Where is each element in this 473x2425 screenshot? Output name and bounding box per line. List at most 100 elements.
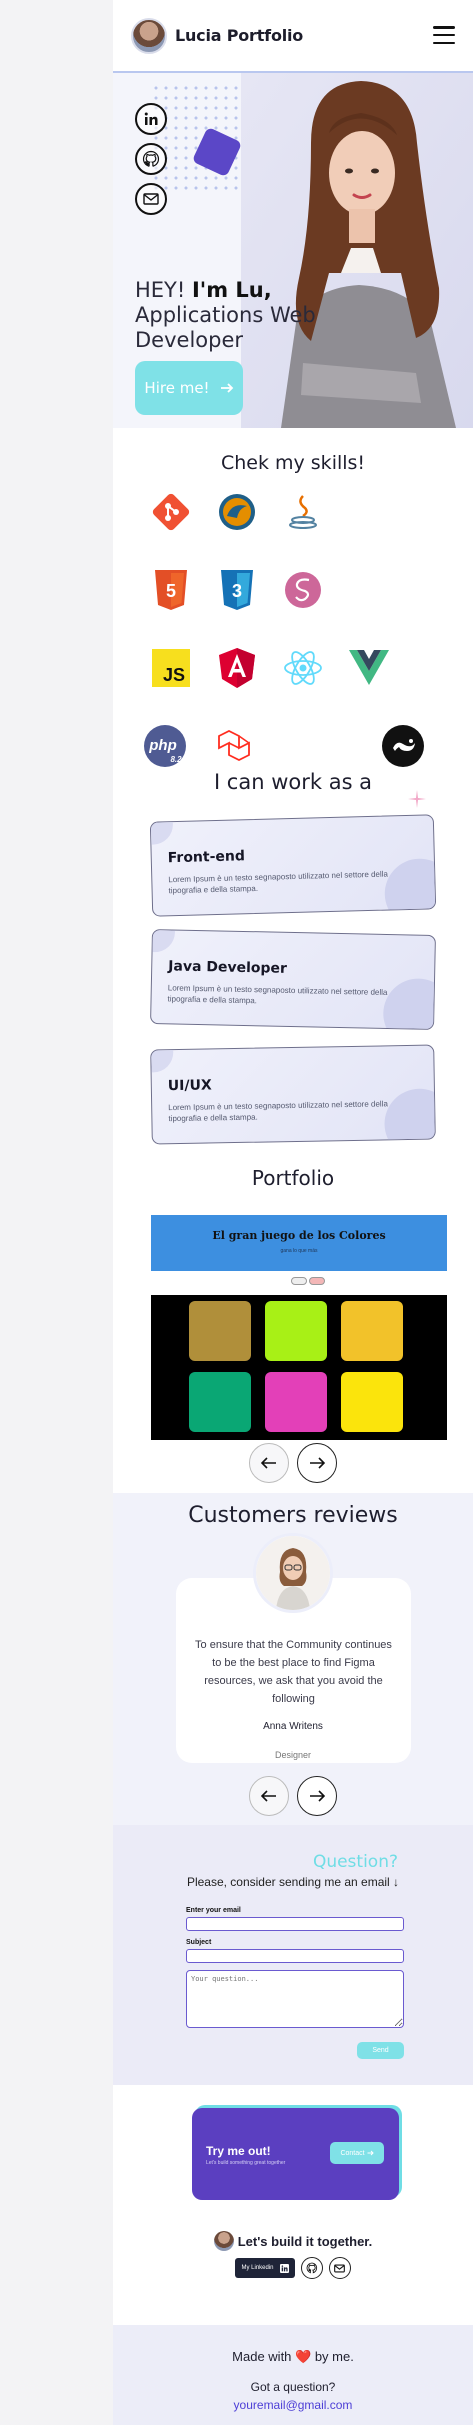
prev-review-button[interactable] [249,1776,289,1816]
linkedin-icon [279,2263,289,2273]
work-card-text: Lorem Ipsum è un testo segnaposto utiliz… [167,983,388,1006]
reviews-title: Customers reviews [188,1503,398,1528]
javascript-label: JS [163,665,185,685]
git-icon [149,490,193,534]
color-tile [341,1301,403,1361]
php-icon: php 8.2 [143,724,191,768]
email-field[interactable] [186,1917,404,1931]
hire-me-button[interactable]: Hire me! [135,361,243,415]
contact-section: Question? Please, consider sending me an… [113,1825,473,2085]
github-icon [381,724,425,768]
avatar [131,17,167,54]
reviewer-name: Anna Writens [263,1721,323,1732]
work-card-title: Front-end [167,848,246,867]
made-with-prefix: Made with [232,2349,296,2364]
vue-icon [347,646,391,690]
hero-greeting: HEY! [135,278,192,302]
reviewer-role: Designer [274,1750,312,1760]
email-label: Enter your email [186,1907,241,1914]
reviews-carousel-controls [113,1776,473,1816]
prev-project-button[interactable] [249,1443,289,1483]
arrow-left-icon [261,1457,276,1469]
hero-role-line1: Applications Web [135,303,316,327]
card-decoration [150,929,176,953]
got-question-text: Got a question? [250,2380,336,2394]
hero-section: HEY! I'm Lu, Applications Web Developer … [113,73,473,428]
project-subtitle: gana lo que más [280,1248,318,1254]
mysql-icon [215,490,259,534]
footer: Made with ❤️ by me. Got a question? your… [113,2325,473,2425]
svg-text:3: 3 [232,581,242,601]
hero-name: I'm Lu, [191,278,272,302]
contact-button-label: Contact [340,2149,365,2157]
linkedin-icon[interactable] [135,103,167,135]
email-icon[interactable] [135,183,167,215]
build-together: Let's build it together. [113,2231,473,2251]
hamburger-menu-icon[interactable] [433,26,455,44]
email-icon[interactable] [328,2257,351,2279]
cta-card: Try me out! Let's build something great … [192,2108,399,2200]
java-icon [281,490,325,534]
color-tile [265,1301,327,1361]
social-links [135,103,167,215]
work-card-text: Lorem Ipsum è un testo segnaposto utiliz… [168,1099,388,1124]
project-preview[interactable]: El gran juego de los Colores gana lo que… [151,1215,447,1440]
made-with-suffix: by me. [311,2349,354,2364]
hero-separator [113,428,473,448]
arrow-right-icon [220,383,233,393]
portfolio-title: Portfolio [251,1166,335,1190]
css3-icon: 3 [215,568,259,612]
cta-title: Try me out! [206,2144,271,2158]
brand-name: Lucia Portfolio [175,26,304,45]
angular-icon [215,646,259,690]
portfolio-carousel-controls [113,1443,473,1483]
php-version: 8.2 [170,755,182,764]
color-game-board [151,1295,447,1440]
next-review-button[interactable] [297,1776,337,1816]
footer-social-links: My Linkedin [113,2257,473,2279]
cta-section: Try me out! Let's build something great … [113,2085,473,2325]
hero-role-line2: Developer [135,328,244,352]
card-decoration [149,814,174,846]
skills-title: Chek my skills! [220,452,366,474]
html5-icon: 5 [149,568,193,612]
work-card-java: Java Developer Lorem Ipsum è un testo se… [150,929,436,1030]
hero-headline: HEY! I'm Lu, Applications Web Developer [135,278,316,353]
subject-field[interactable] [186,1949,404,1963]
question-textarea[interactable] [186,1970,404,2028]
sass-icon [281,568,325,612]
arrow-left-icon [261,1790,276,1802]
color-tile [189,1372,251,1432]
work-card-title: UI/UX [167,1077,212,1095]
reviewer-avatar [253,1533,333,1613]
hero-portrait-image [241,73,473,428]
github-icon[interactable] [135,143,167,175]
arrow-right-icon [310,1790,325,1802]
project-control [291,1277,307,1285]
linkedin-button[interactable]: My Linkedin [235,2258,295,2278]
card-decoration [150,1044,174,1073]
svg-text:5: 5 [166,581,176,601]
next-project-button[interactable] [297,1443,337,1483]
php-label: php [148,737,177,754]
arrow-right-icon [310,1457,325,1469]
contact-button[interactable]: Contact [330,2142,384,2164]
page: Lucia Portfolio HEY! I'm Lu, Application… [113,0,473,2425]
color-tile [189,1301,251,1361]
color-tile [265,1372,327,1432]
github-icon[interactable] [300,2257,323,2279]
laravel-icon [215,724,259,768]
footer-email-link[interactable]: youremail@gmail.com [113,2398,473,2412]
work-card-text: Lorem Ipsum è un testo segnaposto utiliz… [168,869,389,896]
send-button[interactable]: Send [357,2042,404,2059]
contact-subtitle: Please, consider sending me an email ↓ [186,1875,400,1889]
react-icon [281,646,325,690]
sparkle-icon [408,790,426,808]
cta-subtitle: Let's build something great together [206,2160,286,2166]
top-navbar: Lucia Portfolio [113,0,473,73]
work-card-front-end: Front-end Lorem Ipsum è un testo segnapo… [149,814,437,917]
hire-me-label: Hire me! [144,379,210,397]
arrow-right-icon [367,2150,374,2156]
made-with-text: Made with ❤️ by me. [113,2349,473,2365]
work-card-uiux: UI/UX Lorem Ipsum è un testo segnaposto … [150,1044,436,1145]
